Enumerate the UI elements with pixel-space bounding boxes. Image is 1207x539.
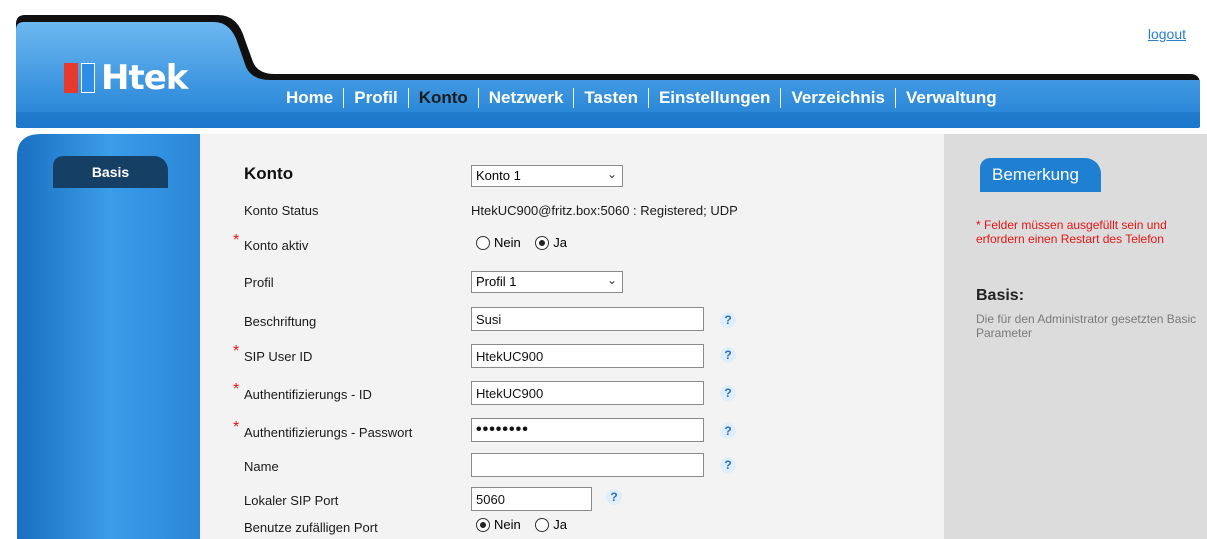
nav-separator: [407, 88, 409, 108]
nav-netzwerk[interactable]: Netzwerk: [479, 86, 574, 110]
help-icon[interactable]: ?: [720, 312, 736, 328]
nav-konto[interactable]: Konto: [409, 86, 478, 110]
sip-port-input[interactable]: [471, 487, 592, 511]
random-port-nein-radio[interactable]: Nein: [476, 517, 521, 532]
random-port-radios: Nein Ja: [476, 517, 577, 537]
profil-label: Profil: [244, 275, 274, 290]
konto-aktiv-radios: Nein Ja: [476, 235, 577, 255]
random-port-label: Benutze zufälligen Port: [244, 520, 378, 535]
konto-select[interactable]: Konto 1 ⌄: [471, 165, 623, 187]
nav-separator: [647, 88, 649, 108]
htek-logo: Htek: [64, 58, 188, 98]
nav-separator: [573, 88, 575, 108]
auth-password-input[interactable]: ••••••••: [471, 418, 704, 442]
auth-id-label: Authentifizierungs - ID: [244, 387, 372, 402]
sidebar-item-basis[interactable]: Basis: [53, 156, 168, 188]
nav-profil[interactable]: Profil: [344, 86, 407, 110]
required-star: *: [233, 343, 240, 360]
help-icon[interactable]: ?: [606, 489, 622, 505]
nav-einstellungen[interactable]: Einstellungen: [649, 86, 780, 110]
help-icon[interactable]: ?: [720, 385, 736, 401]
nav-separator: [477, 88, 479, 108]
name-label: Name: [244, 459, 279, 474]
required-note: * Felder müssen ausgefüllt sein und erfo…: [976, 218, 1167, 246]
auth-pw-row: * Authentifizierungs - Passwort: [233, 419, 413, 440]
profil-select-value: Profil 1: [476, 274, 517, 289]
auth-id-input[interactable]: [471, 381, 704, 405]
nav-separator: [780, 88, 782, 108]
help-icon[interactable]: ?: [720, 347, 736, 363]
password-mask: ••••••••: [476, 421, 529, 438]
konto-aktiv-ja-radio[interactable]: Ja: [535, 235, 567, 250]
logout-link[interactable]: logout: [1148, 26, 1186, 42]
nav-separator: [343, 88, 345, 108]
required-star: *: [233, 381, 240, 398]
chevron-down-icon: ⌄: [606, 167, 617, 181]
sip-user-label: SIP User ID: [244, 349, 313, 364]
port-label: Lokaler SIP Port: [244, 493, 339, 508]
status-label: Konto Status: [244, 203, 319, 218]
beschriftung-input[interactable]: [471, 307, 704, 331]
sip-user-row: * SIP User ID: [233, 343, 313, 364]
konto-aktiv-label: Konto aktiv: [244, 238, 309, 253]
nav-verwaltung[interactable]: Verwaltung: [896, 86, 1007, 110]
beschriftung-label: Beschriftung: [244, 314, 317, 329]
notes-basis-title: Basis:: [976, 287, 1025, 304]
notes-basis-text: Die für den Administrator gesetzten Basi…: [976, 312, 1197, 340]
name-input[interactable]: [471, 453, 704, 477]
sip-user-input[interactable]: [471, 344, 704, 368]
konto-aktiv-nein-radio[interactable]: Nein: [476, 235, 521, 250]
chevron-down-icon: ⌄: [606, 273, 617, 287]
required-star: *: [233, 232, 240, 249]
random-port-ja-radio[interactable]: Ja: [535, 517, 567, 532]
required-star: *: [233, 419, 240, 436]
main-nav: Home Profil Konto Netzwerk Tasten Einste…: [276, 84, 1007, 112]
sidebar: [17, 134, 201, 539]
auth-id-row: * Authentifizierungs - ID: [233, 381, 372, 402]
main-panel: [200, 134, 944, 539]
auth-pw-label: Authentifizierungs - Passwort: [244, 425, 413, 440]
page-title: Konto: [244, 164, 294, 183]
help-icon[interactable]: ?: [720, 457, 736, 473]
help-icon[interactable]: ?: [720, 423, 736, 439]
nav-verzeichnis[interactable]: Verzeichnis: [781, 86, 895, 110]
nav-home[interactable]: Home: [276, 86, 343, 110]
konto-select-value: Konto 1: [476, 168, 521, 183]
profil-select[interactable]: Profil 1 ⌄: [471, 271, 623, 293]
nav-separator: [895, 88, 896, 108]
notes-tab: Bemerkung: [980, 158, 1101, 192]
nav-tasten[interactable]: Tasten: [574, 86, 648, 110]
logo-text: Htek: [101, 58, 188, 98]
logo-mark-icon: [64, 63, 95, 93]
status-value: HtekUC900@fritz.box:5060 : Registered; U…: [471, 203, 738, 218]
konto-aktiv-row: * Konto aktiv: [233, 232, 309, 253]
